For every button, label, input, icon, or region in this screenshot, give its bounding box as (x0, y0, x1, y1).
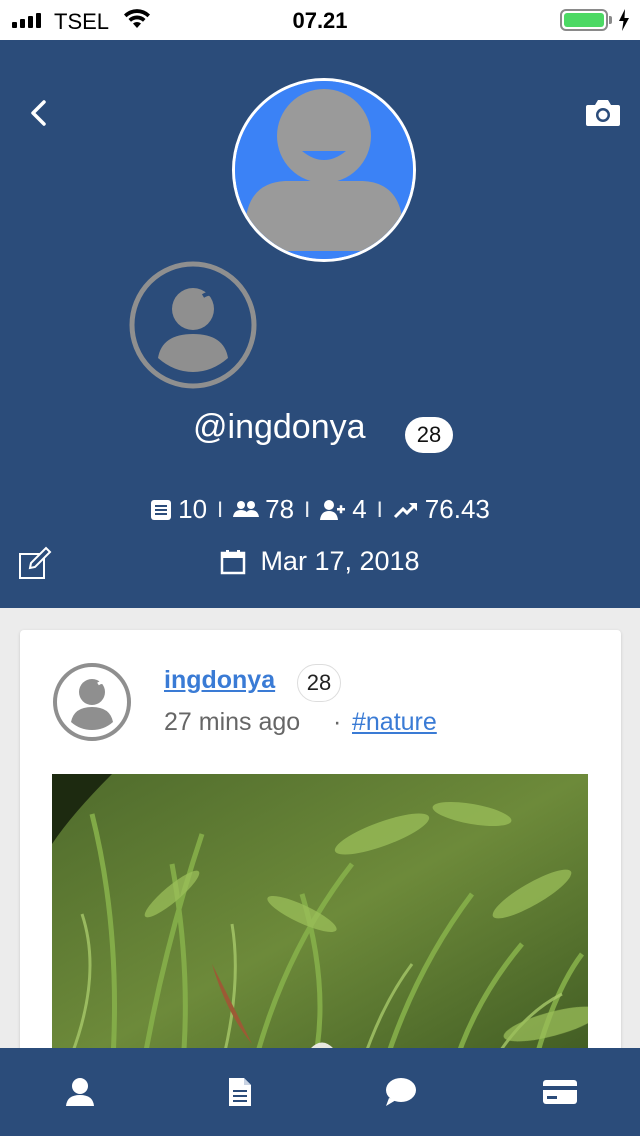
card-icon (543, 1080, 577, 1104)
battery-icon (560, 9, 608, 31)
calendar-icon (221, 549, 246, 574)
post-tag-link[interactable]: #nature (352, 708, 437, 737)
wifi-icon (124, 9, 150, 28)
camera-icon[interactable] (584, 98, 622, 128)
nav-wallet[interactable] (480, 1048, 640, 1136)
chat-icon (386, 1078, 416, 1106)
profile-stats: 10 I 78 I 4 I 76.43 (0, 494, 640, 525)
nav-chat[interactable] (320, 1048, 480, 1136)
charging-icon (619, 9, 629, 31)
joined-date-row: Mar 17, 2018 (0, 546, 640, 577)
stat-posts[interactable]: 10 (150, 494, 207, 525)
document-icon (229, 1078, 251, 1106)
profile-header: @ingdonya 28 10 I 78 I 4 I 76.43 Mar 17,… (0, 40, 640, 608)
nav-profile[interactable] (0, 1048, 160, 1136)
profile-username: @ingdonya (193, 408, 366, 446)
joined-date: Mar 17, 2018 (260, 546, 420, 576)
document-icon (151, 499, 172, 520)
stat-posts-value: 10 (178, 494, 208, 524)
add-person-icon (320, 499, 346, 520)
stat-following-value: 4 (352, 494, 367, 524)
signal-icon (12, 12, 41, 28)
profile-icon (66, 1078, 94, 1106)
nature-photo-image (52, 774, 588, 1074)
status-bar: TSEL 07.21 (0, 0, 640, 40)
people-icon (233, 500, 260, 517)
stat-separator: I (376, 496, 383, 522)
profile-avatar[interactable] (232, 78, 416, 262)
carrier-name: TSEL (54, 9, 110, 34)
stat-following[interactable]: 4 (320, 494, 367, 525)
nav-posts[interactable] (160, 1048, 320, 1136)
post-author-link[interactable]: ingdonya (164, 666, 275, 695)
stat-followers[interactable]: 78 (233, 494, 294, 525)
stat-separator: I (217, 496, 224, 522)
stat-score-value: 76.43 (424, 494, 490, 524)
avatar-placeholder-icon (235, 81, 413, 259)
chevron-left-icon[interactable] (24, 96, 54, 130)
post-image[interactable] (52, 774, 588, 1074)
post-author-level-badge: 28 (297, 664, 341, 702)
post-meta-separator: · (333, 708, 342, 736)
post-card: ingdonya 28 27 mins ago · #nature (20, 630, 621, 1110)
bottom-nav (0, 1048, 640, 1136)
level-badge: 28 (405, 417, 453, 453)
secondary-avatar-icon[interactable] (128, 260, 258, 390)
trending-up-icon (393, 502, 417, 518)
stat-followers-value: 78 (265, 494, 295, 524)
battery-tip (609, 16, 612, 24)
post-timestamp: 27 mins ago (164, 708, 301, 736)
stat-separator: I (304, 496, 311, 522)
post-author-avatar-icon[interactable] (52, 662, 132, 742)
stat-score[interactable]: 76.43 (393, 494, 490, 525)
